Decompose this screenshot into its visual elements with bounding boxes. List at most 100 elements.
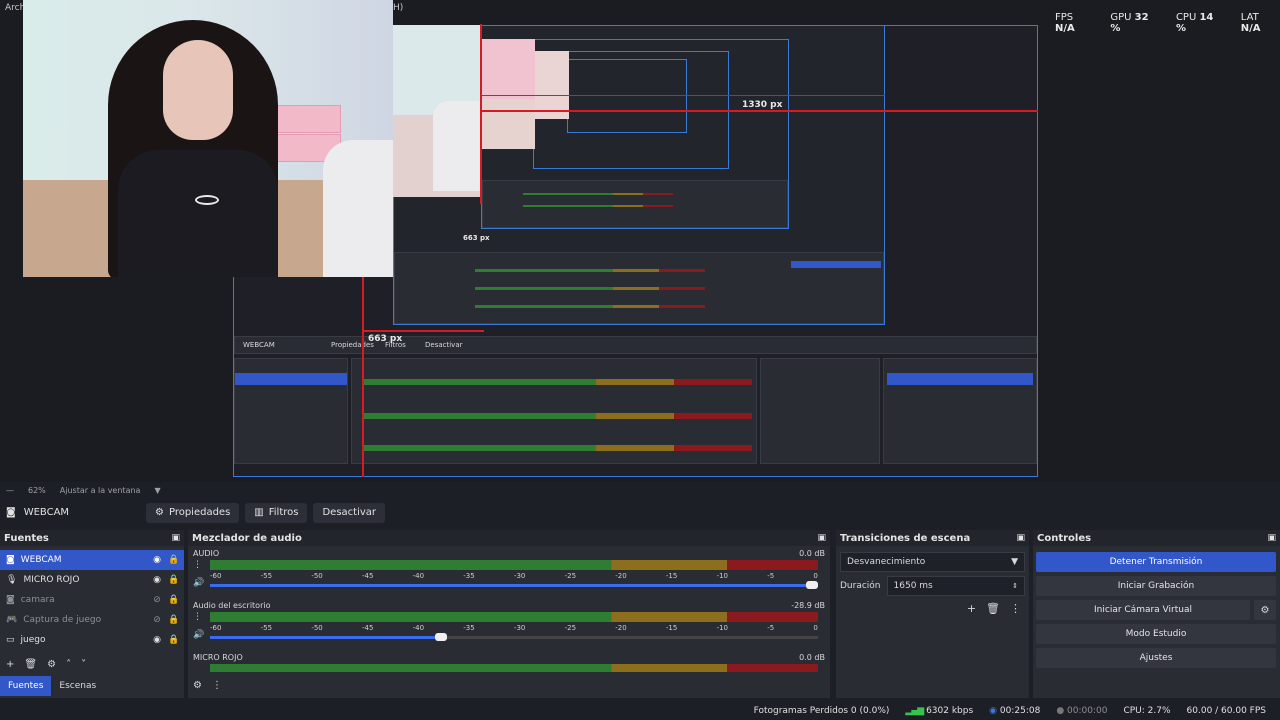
transitions-toolbar: + 🗑 ⋮: [836, 602, 1029, 615]
mixer-title: Mezclador de audio: [192, 532, 302, 544]
spinner-icon[interactable]: ⇕: [1012, 582, 1018, 590]
chevron-up-icon[interactable]: ˄: [66, 659, 71, 670]
nested-stop-2: [791, 261, 881, 268]
nested-meter-2: [362, 413, 752, 419]
eye-hidden-icon[interactable]: ⊘: [152, 595, 162, 605]
gear-icon: ⚙: [155, 507, 164, 518]
add-icon[interactable]: +: [6, 659, 14, 670]
virtual-cam-settings-gear-icon[interactable]: ⚙: [1254, 600, 1276, 620]
webcam-bed: [323, 140, 393, 277]
duration-input[interactable]: 1650 ms ⇕: [886, 576, 1025, 596]
sources-title: Fuentes: [4, 532, 49, 544]
undock-icon[interactable]: ▣: [817, 533, 826, 543]
kebab-menu-icon[interactable]: ⋮: [1010, 602, 1021, 615]
kebab-menu-icon[interactable]: ⋮: [193, 612, 204, 622]
tick-label: -15: [665, 624, 678, 632]
undock-icon[interactable]: ▣: [1267, 533, 1276, 543]
tick-label: -55: [260, 572, 273, 580]
tab-escenas[interactable]: Escenas: [51, 676, 104, 696]
eye-icon[interactable]: ◉: [152, 635, 162, 645]
volume-slider[interactable]: [210, 581, 818, 589]
undock-icon[interactable]: ▣: [1016, 533, 1025, 543]
properties-button[interactable]: ⚙ Propiedades: [146, 502, 240, 523]
volume-knob[interactable]: [806, 581, 818, 589]
nested-webcam-1: [393, 25, 481, 197]
meter-scale: -60 -55 -50 -45 -40 -35 -30 -25 -20 -15 -10 -5 0: [210, 572, 818, 580]
tab-fuentes[interactable]: Fuentes: [0, 676, 52, 696]
sources-header: Fuentes ▣: [0, 530, 184, 546]
source-row-micro-rojo[interactable]: 🎙 MICRO ROJO ◉ 🔒: [0, 570, 184, 590]
source-row-captura-juego[interactable]: 🎮 Captura de juego ⊘ 🔒: [0, 610, 184, 630]
zoom-minus-icon[interactable]: —: [6, 486, 14, 495]
signal-icon: ▂▄▆: [905, 705, 924, 716]
add-icon[interactable]: +: [967, 602, 976, 615]
lock-icon[interactable]: 🔒: [168, 635, 179, 645]
tick-label: -10: [716, 572, 728, 580]
transition-select[interactable]: Desvanecimiento ▼: [840, 552, 1025, 572]
tick-label: -55: [260, 624, 273, 632]
lock-icon[interactable]: 🔒: [168, 555, 179, 565]
transition-selected: Desvanecimiento: [847, 557, 926, 567]
source-row-webcam[interactable]: ◙ WEBCAM ◉ 🔒: [0, 550, 184, 570]
volume-slider[interactable]: [210, 633, 818, 641]
lat-stat: LAT N/A: [1240, 12, 1261, 34]
duration-label: Duración: [840, 581, 881, 591]
zoom-dropdown-icon[interactable]: ▼: [154, 486, 160, 495]
menu-text-fragment: H): [393, 3, 404, 13]
source-label: juego: [20, 635, 46, 645]
eye-icon[interactable]: ◉: [152, 555, 162, 565]
nested-webcam-bed: [433, 101, 481, 191]
filters-button[interactable]: ▥ Filtros: [245, 502, 308, 523]
tick-label: -40: [412, 572, 425, 580]
chevron-down-icon[interactable]: ˅: [81, 659, 86, 670]
tick-label: -60: [210, 624, 222, 632]
lock-icon[interactable]: 🔒: [168, 575, 179, 585]
sources-tabs: Fuentes Escenas: [0, 676, 104, 696]
start-recording-button[interactable]: Iniciar Grabación: [1036, 576, 1276, 596]
status-bar: Fotogramas Perdidos 0 (0.0%) ▂▄▆ 6302 kb…: [0, 701, 1280, 720]
speaker-icon[interactable]: 🔊: [193, 630, 204, 640]
transitions-title: Transiciones de escena: [840, 532, 971, 544]
tick-label: 0: [813, 572, 818, 580]
nested-meter-1: [362, 379, 752, 385]
source-row-camara[interactable]: ◙ camara ⊘ 🔒: [0, 590, 184, 610]
rec-time-value: 00:00:00: [1067, 705, 1108, 716]
source-row-juego[interactable]: ▭ juego ◉ 🔒: [0, 630, 184, 650]
eye-icon[interactable]: ◉: [152, 575, 162, 585]
gear-icon[interactable]: ⚙: [47, 659, 56, 670]
eye-hidden-icon[interactable]: ⊘: [152, 615, 162, 625]
studio-mode-button[interactable]: Modo Estudio: [1036, 624, 1276, 644]
fps-stat: FPS N/A: [1055, 12, 1075, 34]
start-virtual-cam-button[interactable]: Iniciar Cámara Virtual: [1036, 600, 1250, 620]
undock-icon[interactable]: ▣: [171, 533, 180, 543]
volume-knob[interactable]: [435, 633, 447, 641]
lock-icon[interactable]: 🔒: [168, 615, 179, 625]
webcam-feed[interactable]: [23, 0, 393, 277]
deactivate-button[interactable]: Desactivar: [313, 502, 386, 523]
filter-icon: ▥: [254, 507, 264, 518]
lock-icon[interactable]: 🔒: [168, 595, 179, 605]
source-label: camara: [20, 595, 55, 605]
recursive-capture: [393, 25, 885, 325]
nested-sources-panel: [234, 358, 348, 464]
stop-stream-button[interactable]: Detener Transmisión: [1036, 552, 1276, 572]
live-icon: ◉: [989, 705, 998, 716]
settings-button[interactable]: Ajustes: [1036, 648, 1276, 668]
nested-bar-d: [523, 193, 673, 195]
nested-deactivate-label: Desactivar: [425, 341, 463, 349]
kebab-menu-icon[interactable]: ⋮: [193, 560, 204, 570]
nested-webcam-2: [481, 39, 535, 149]
gamepad-icon: 🎮: [6, 615, 18, 625]
preview-area[interactable]: Arch H) FPS N/A GPU 32 % CPU 14 % LAT N/…: [0, 0, 1280, 482]
stats-overlay: FPS N/A GPU 32 % CPU 14 % LAT N/A: [1055, 12, 1280, 34]
tick-label: -35: [463, 624, 475, 632]
advanced-audio-icon[interactable]: ⚙: [193, 680, 202, 691]
zoom-fit-label[interactable]: Ajustar a la ventana: [60, 486, 141, 495]
trash-icon[interactable]: 🗑: [986, 602, 1000, 615]
tick-label: -5: [767, 572, 775, 580]
speaker-icon[interactable]: 🔊: [193, 578, 204, 588]
kebab-menu-icon[interactable]: ⋮: [212, 680, 222, 691]
trash-icon[interactable]: 🗑: [24, 659, 37, 670]
bitrate-value: 6302 kbps: [926, 705, 974, 716]
stream-time: ◉ 00:25:08: [989, 706, 1040, 716]
